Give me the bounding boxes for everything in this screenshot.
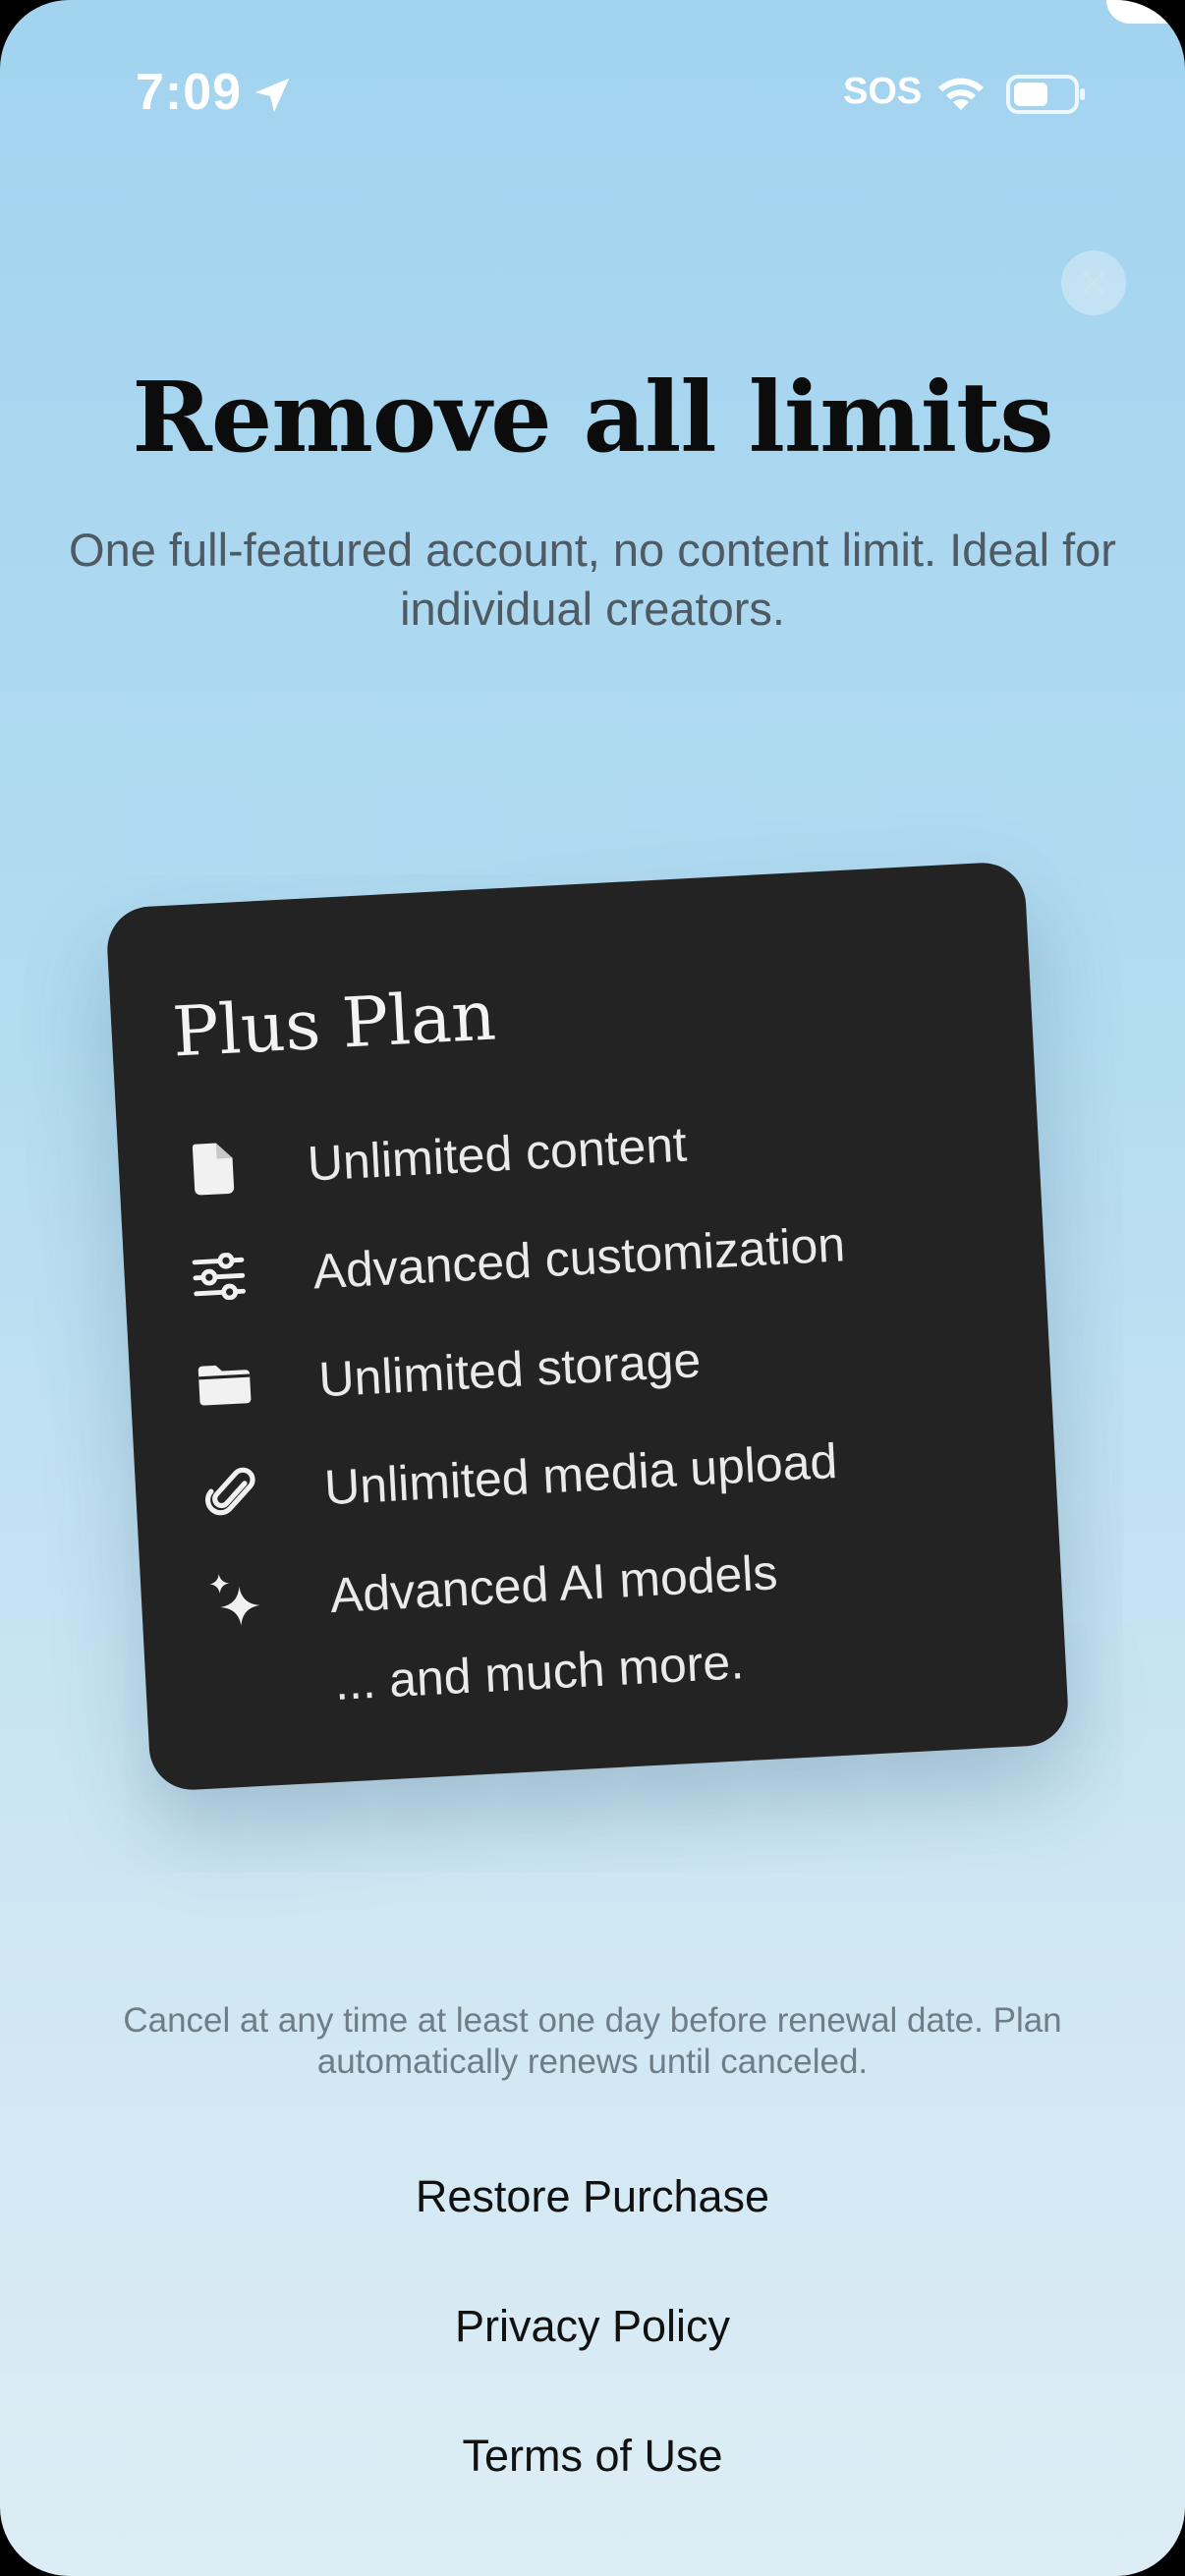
close-icon xyxy=(1083,272,1104,294)
terms-of-use-link[interactable]: Terms of Use xyxy=(0,2431,1185,2482)
plan-card: Plus Plan Unlimited content Advanced cus… xyxy=(105,861,1070,1792)
close-button[interactable] xyxy=(1061,251,1126,315)
corner-decoration xyxy=(1106,0,1185,24)
feature-label: Unlimited media upload xyxy=(322,1432,839,1516)
page-title: Remove all limits xyxy=(132,362,1053,475)
feature-item: Unlimited media upload xyxy=(189,1422,839,1534)
document-icon xyxy=(192,1143,235,1196)
page-subtitle: One full-featured account, no content li… xyxy=(69,524,1116,635)
feature-item: Advanced AI models xyxy=(195,1533,779,1642)
privacy-policy-link[interactable]: Privacy Policy xyxy=(0,2301,1185,2352)
feature-item: Unlimited content xyxy=(172,1105,689,1210)
paywall-screen: 7:09 SOS Remove all limits One full-feat… xyxy=(0,0,1185,2576)
status-time: 7:09 xyxy=(136,64,243,121)
battery-icon xyxy=(1006,75,1085,114)
renewal-disclaimer: Cancel at any time at least one day befo… xyxy=(123,2001,1062,2081)
more-features-note: ... and much more. xyxy=(333,1634,746,1710)
plan-title: Plus Plan xyxy=(170,975,498,1073)
wifi-icon xyxy=(938,78,984,110)
feature-label: Unlimited content xyxy=(306,1116,689,1192)
feature-label: Advanced AI models xyxy=(328,1544,779,1624)
feature-label: Advanced customization xyxy=(311,1216,847,1300)
feature-item: Advanced customization xyxy=(178,1204,847,1317)
folder-icon xyxy=(198,1365,252,1406)
location-arrow-icon xyxy=(254,78,290,113)
feature-label: Unlimited storage xyxy=(317,1332,703,1408)
sos-indicator: SOS xyxy=(843,71,923,112)
sliders-icon xyxy=(192,1252,247,1301)
paperclip-icon xyxy=(205,1467,255,1516)
restore-purchase-button[interactable]: Restore Purchase xyxy=(0,2171,1185,2222)
feature-item: Unlimited storage xyxy=(184,1320,704,1426)
sparkles-icon xyxy=(209,1573,260,1626)
